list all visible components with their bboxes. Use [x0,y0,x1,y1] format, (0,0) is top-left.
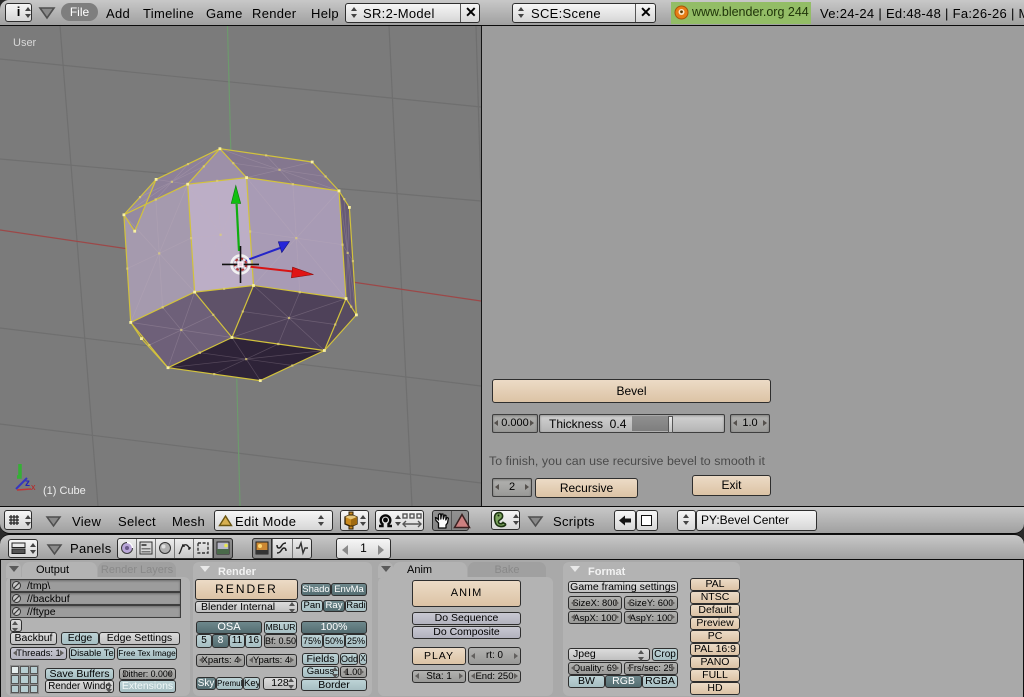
svg-text:z: z [25,478,30,489]
svg-text:(1) Cube: (1) Cube [43,485,86,497]
svg-text:User: User [13,37,37,49]
svg-text:x: x [31,482,36,492]
